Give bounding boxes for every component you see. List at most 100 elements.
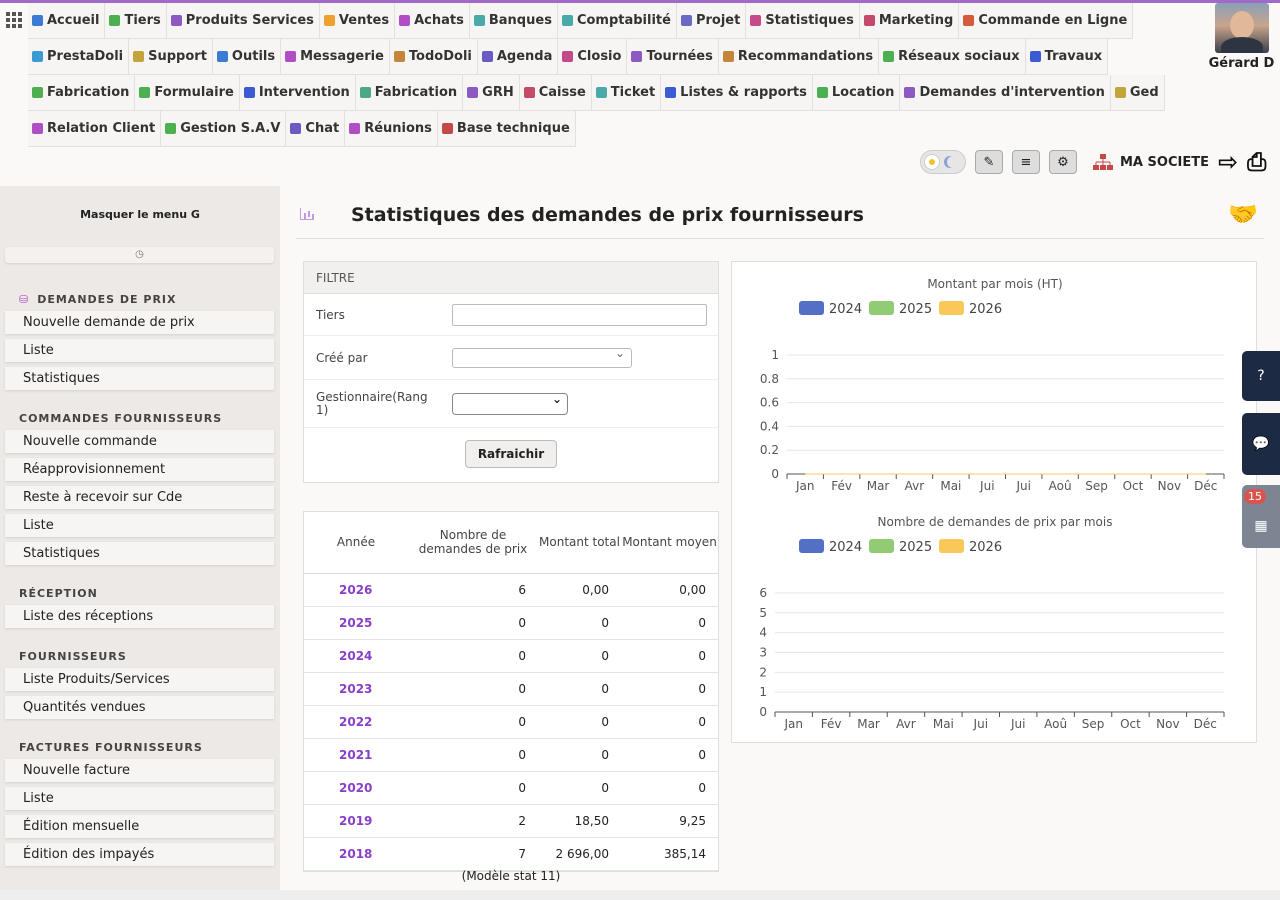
tiers-input[interactable]	[452, 303, 707, 326]
year-link[interactable]: 2018	[304, 837, 408, 871]
year-link[interactable]: 2023	[304, 672, 408, 706]
menu-item[interactable]: Location	[812, 75, 901, 111]
menu-item[interactable]: Commande en Ligne	[959, 3, 1134, 39]
menu-item[interactable]: Travaux	[1025, 39, 1109, 75]
y-tick-label: 6	[759, 586, 767, 600]
print-icon[interactable]: ⎙	[1247, 150, 1266, 174]
sidebar-item[interactable]: Nouvelle facture	[5, 759, 274, 782]
menu-item[interactable]: Réseaux sociaux	[879, 39, 1026, 75]
menu-item[interactable]: PrestaDoli	[28, 39, 130, 75]
cell-total: 18,50	[538, 804, 621, 838]
menu-item[interactable]: Caisse	[519, 75, 592, 111]
chat-side-button[interactable]: 💬	[1242, 413, 1280, 475]
menu-item[interactable]: Outils	[212, 39, 282, 75]
sidebar-item[interactable]: Liste	[5, 339, 274, 362]
menu-item[interactable]: GRH	[463, 75, 520, 111]
sidebar-item[interactable]: Liste Produits/Services	[5, 668, 274, 691]
y-tick-label: 5	[759, 606, 767, 620]
year-link[interactable]: 2019	[304, 804, 408, 838]
sidebar-item[interactable]: Reste à recevoir sur Cde	[5, 486, 274, 509]
menu-item[interactable]: Accueil	[28, 3, 106, 39]
menu-item[interactable]: Ventes	[319, 3, 396, 39]
menu-item[interactable]: Réunions	[345, 111, 438, 147]
menu-item[interactable]: Achats	[395, 3, 470, 39]
user-name[interactable]: Gérard D	[1203, 56, 1280, 71]
sidebar-item[interactable]: Liste	[5, 787, 274, 810]
menu-item[interactable]: Tiers	[105, 3, 167, 39]
menu-item[interactable]: Comptabilité	[557, 3, 677, 39]
created-by-select[interactable]	[452, 346, 632, 368]
menu-item[interactable]: Listes & rapports	[661, 75, 813, 111]
year-link[interactable]: 2022	[304, 705, 408, 739]
menu-item[interactable]: Support	[129, 39, 213, 75]
user-block[interactable]: Gérard D	[1203, 3, 1280, 71]
menu-item[interactable]: Ticket	[591, 75, 662, 111]
theme-toggle[interactable]	[920, 150, 966, 174]
sidebar-item[interactable]: Liste	[5, 514, 274, 537]
sidebar-section-title[interactable]: RÉCEPTION	[0, 587, 280, 600]
year-link[interactable]: 2026	[304, 573, 408, 607]
menu-item[interactable]: Relation Client	[28, 111, 162, 147]
menu-item[interactable]: Fabrication	[28, 75, 136, 111]
menu-item[interactable]: Formulaire	[135, 75, 240, 111]
menu-item[interactable]: Marketing	[859, 3, 960, 39]
menu-item[interactable]: Recommandations	[718, 39, 880, 75]
horizontal-scrollbar[interactable]	[0, 890, 1280, 900]
sidebar-search[interactable]: ◷	[5, 247, 274, 263]
pen-icon: ✎	[983, 154, 995, 170]
menu-item-icon	[595, 87, 607, 98]
menu-item[interactable]: Closio	[558, 39, 628, 75]
menu-item[interactable]: Messagerie	[281, 39, 390, 75]
hide-menu-link[interactable]: Masquer le menu G	[0, 208, 280, 221]
list-button[interactable]: ≡	[1012, 150, 1040, 174]
sidebar-item[interactable]: Édition des impayés	[5, 843, 274, 866]
avatar[interactable]	[1214, 3, 1269, 53]
menu-item[interactable]: Agenda	[477, 39, 559, 75]
sidebar-item[interactable]: Nouvelle commande	[5, 430, 274, 453]
pen-button[interactable]: ✎	[975, 150, 1003, 174]
sidebar-section-title[interactable]: COMMANDES FOURNISSEURS	[0, 412, 280, 425]
menu-item[interactable]: Gestion S.A.V	[161, 111, 287, 147]
menu-item[interactable]: Tournées	[627, 39, 719, 75]
year-link[interactable]: 2021	[304, 738, 408, 772]
year-link[interactable]: 2025	[304, 606, 408, 640]
sidebar-item[interactable]: Quantités vendues	[5, 696, 274, 719]
company-link[interactable]: MA SOCIETE	[1092, 153, 1209, 171]
sidebar-item[interactable]: Édition mensuelle	[5, 815, 274, 838]
apps-grid-icon[interactable]	[6, 12, 22, 28]
sidebar-item[interactable]: Nouvelle demande de prix	[5, 311, 274, 334]
company-name[interactable]: MA SOCIETE	[1120, 155, 1209, 170]
menu-item[interactable]: Intervention	[239, 75, 356, 111]
page-title: Statistiques des demandes de prix fourni…	[351, 204, 864, 226]
menu-item[interactable]: Produits Services	[166, 3, 320, 39]
menu-item[interactable]: Base technique	[437, 111, 576, 147]
year-link[interactable]: 2024	[304, 639, 408, 673]
sidebar-item[interactable]: Statistiques	[5, 367, 274, 390]
menu-item[interactable]: Projet	[676, 3, 747, 39]
logout-icon[interactable]: ⇨	[1218, 150, 1238, 174]
sidebar-item[interactable]: Réapprovisionnement	[5, 458, 274, 481]
menu-item[interactable]: Fabrication	[355, 75, 464, 111]
menu-item[interactable]: Chat	[286, 111, 346, 147]
sidebar-section-label: RÉCEPTION	[19, 587, 98, 600]
menu-item[interactable]: TodoDoli	[389, 39, 478, 75]
settings-button[interactable]: ⚙	[1049, 150, 1077, 174]
menu-item-icon	[359, 87, 371, 98]
sidebar-section-title[interactable]: FACTURES FOURNISSEURS	[0, 741, 280, 754]
menu-item[interactable]: Banques	[469, 3, 558, 39]
sidebar-section-title[interactable]: ⛁ DEMANDES DE PRIX	[0, 293, 280, 306]
help-button[interactable]: ?	[1242, 351, 1280, 401]
menu-item[interactable]: Ged	[1110, 75, 1165, 111]
sidebar-section-title[interactable]: FOURNISSEURS	[0, 650, 280, 663]
x-tick-label: Fév	[821, 717, 842, 731]
agenda-side-button[interactable]: 15 ▦	[1242, 485, 1280, 548]
year-link[interactable]: 2020	[304, 771, 408, 805]
refresh-button[interactable]: Rafraichir	[465, 440, 557, 468]
manager-select[interactable]	[452, 392, 568, 415]
sidebar-item[interactable]: Liste des réceptions	[5, 605, 274, 628]
sidebar-item[interactable]: Statistiques	[5, 542, 274, 565]
menu-item[interactable]: Demandes d'intervention	[900, 75, 1111, 111]
menu-item[interactable]: Statistiques	[746, 3, 860, 39]
left-sidebar: Masquer le menu G ◷ ⛁ DEMANDES DE PRIX Nou…	[0, 186, 280, 890]
menu-item-label: Outils	[231, 49, 276, 64]
